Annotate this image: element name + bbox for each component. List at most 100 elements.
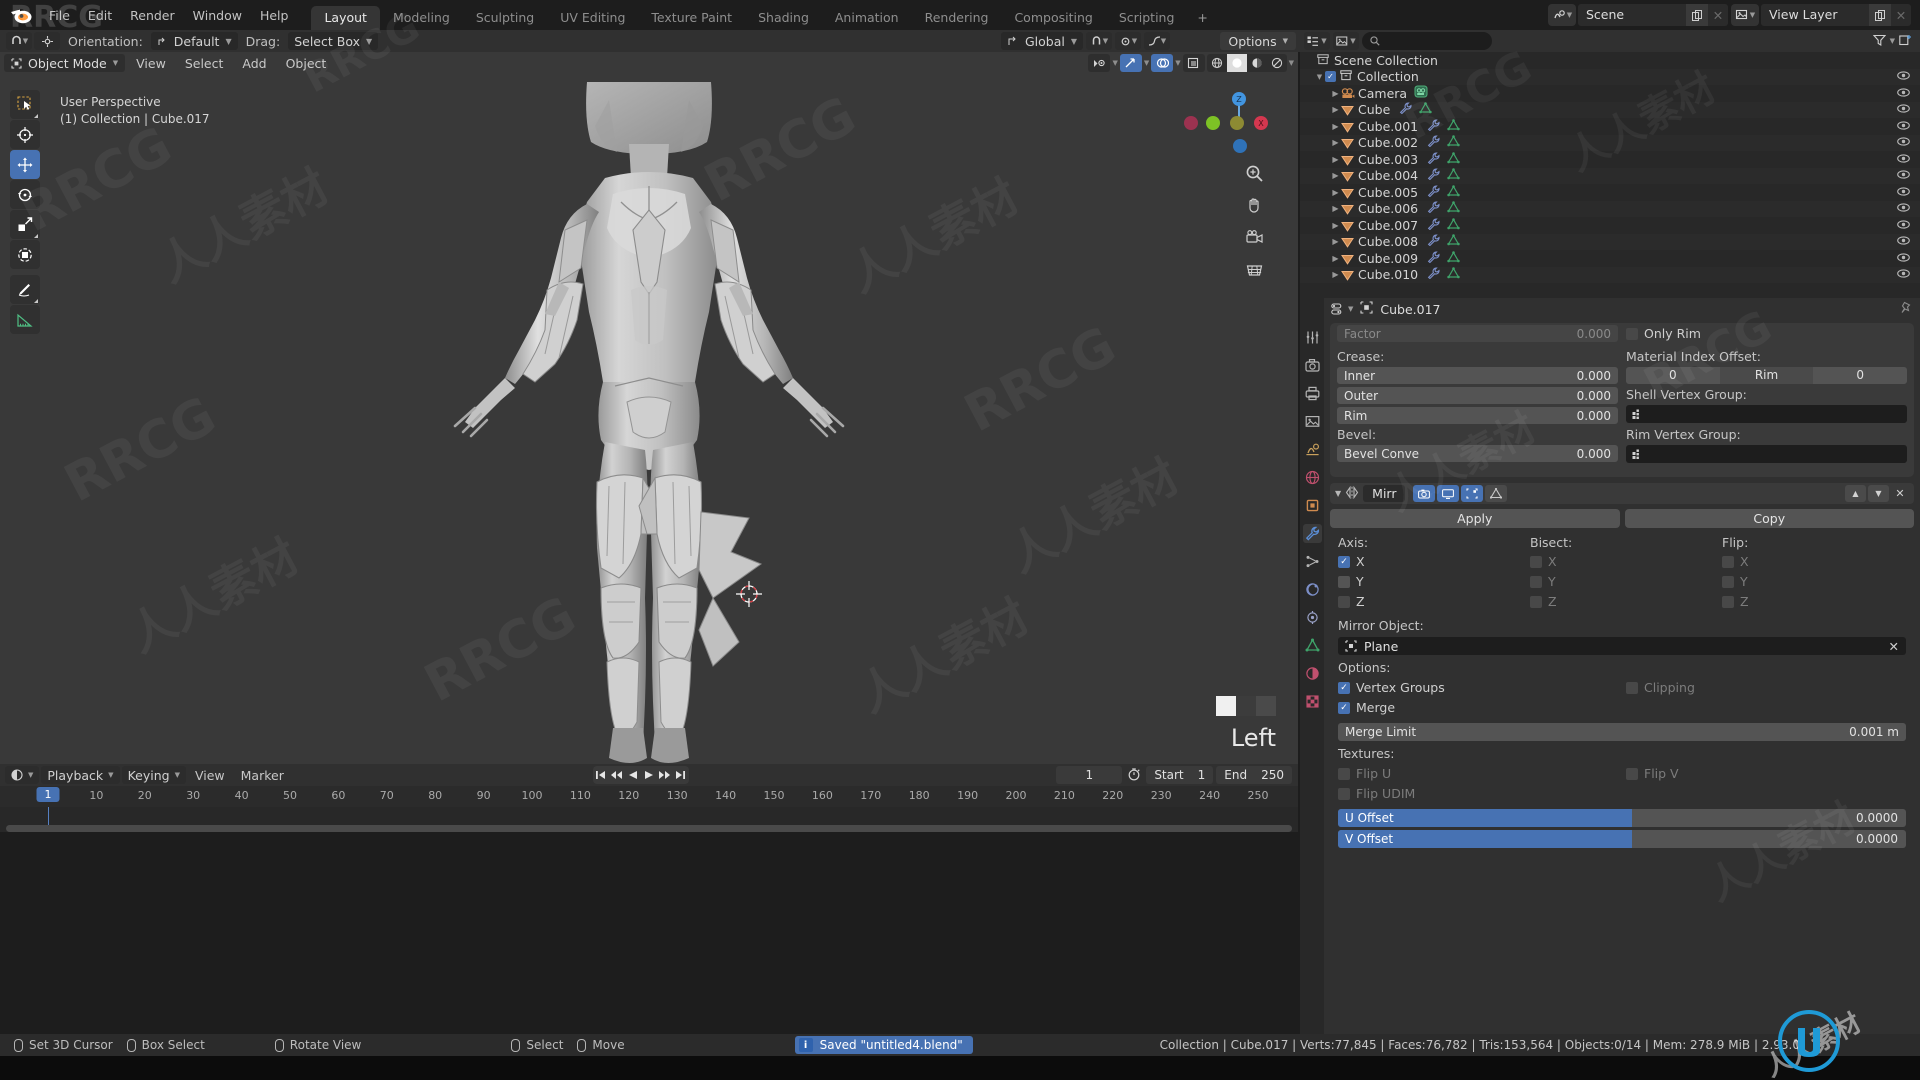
clipping-checkbox[interactable] <box>1626 681 1638 694</box>
mesh-data-icon[interactable] <box>1447 251 1460 266</box>
transform-tool[interactable] <box>10 240 40 269</box>
proportional-editing-toggle-icon[interactable]: ▼ <box>1115 32 1141 50</box>
outliner-row-cube-009[interactable]: ▶ Cube.009 <box>1300 250 1920 267</box>
modifier-wrench-icon[interactable] <box>1427 135 1440 150</box>
clipping-row[interactable]: Clipping <box>1626 679 1906 696</box>
pin-icon[interactable] <box>1900 301 1913 317</box>
modifier-wrench-icon[interactable] <box>1427 152 1440 167</box>
filter-icon[interactable] <box>1872 34 1886 49</box>
3d-viewport[interactable]: Object Mode ▼ View Select Add Object ▼ ▼… <box>0 52 1298 764</box>
v-offset-field[interactable]: V Offset 0.0000 <box>1338 830 1906 848</box>
transform-orientation-dropdown[interactable]: Global ▼ <box>1000 32 1083 50</box>
snapping-toggle-icon[interactable]: ▼ <box>1086 32 1112 50</box>
mesh-data-icon[interactable] <box>1447 168 1460 183</box>
only-rim-checkbox[interactable] <box>1626 327 1638 340</box>
scene-name[interactable]: Scene <box>1578 4 1686 26</box>
u-offset-field[interactable]: U Offset 0.0000 <box>1338 809 1906 827</box>
modifier-wrench-icon[interactable] <box>1427 201 1440 216</box>
property-tab-physics[interactable] <box>1303 580 1322 599</box>
xray-icon[interactable] <box>1182 54 1205 72</box>
timeline-ruler[interactable]: 10 20 30 40 50 60 70 80 90 100 110 120 130 140 150 160 1… <box>0 786 1298 807</box>
shading-solid-button[interactable] <box>1226 54 1247 72</box>
zoom-icon[interactable] <box>1245 164 1264 187</box>
collection-enable-checkbox[interactable]: ✓ <box>1325 71 1336 83</box>
outliner-row-camera[interactable]: ▶ Camera <box>1300 85 1920 102</box>
property-tab-constraints[interactable] <box>1303 608 1322 627</box>
rotate-tool[interactable] <box>10 180 40 209</box>
mesh-data-icon[interactable] <box>1447 119 1460 134</box>
menu-edit[interactable]: Edit <box>79 5 121 26</box>
menu-file[interactable]: File <box>40 5 79 26</box>
modifier-wrench-icon[interactable] <box>1427 218 1440 233</box>
tab-layout[interactable]: Layout <box>311 6 380 30</box>
visibility-eye-icon[interactable] <box>1897 235 1910 248</box>
tab-sculpting[interactable]: Sculpting <box>463 6 547 30</box>
mesh-data-icon[interactable] <box>1447 234 1460 249</box>
flip-u-row[interactable]: Flip U <box>1338 765 1618 782</box>
outliner-row-cube-002[interactable]: ▶ Cube.002 <box>1300 134 1920 151</box>
navigation-gizmo[interactable]: Z X <box>1184 88 1272 154</box>
flip-z-row[interactable]: Z <box>1722 593 1906 610</box>
jump-to-end-button[interactable] <box>673 766 689 784</box>
only-rim-row[interactable]: Only Rim <box>1626 325 1907 342</box>
modifier-wrench-icon[interactable] <box>1427 119 1440 134</box>
merge-limit-field[interactable]: Merge Limit 0.001 m <box>1338 723 1906 741</box>
previous-keyframe-button[interactable] <box>609 766 625 784</box>
tab-scripting[interactable]: Scripting <box>1106 6 1188 30</box>
property-tab-data[interactable] <box>1303 636 1322 655</box>
timeline-editor-icon[interactable]: ▼ <box>5 766 40 784</box>
annotate-tool[interactable] <box>10 275 40 304</box>
property-tab-tool[interactable] <box>1303 328 1322 347</box>
timeline-menu-playback[interactable]: Playback ▼ <box>41 766 120 784</box>
flip-y-checkbox[interactable] <box>1722 575 1734 588</box>
view-layer-icon[interactable]: ▼ <box>1731 4 1759 26</box>
visibility-eye-icon[interactable] <box>1897 219 1910 232</box>
material-index-offset-field[interactable]: 0 Rim 0 <box>1626 367 1907 384</box>
tab-shading[interactable]: Shading <box>745 6 822 30</box>
expand-arrow-icon[interactable]: ▶ <box>1330 89 1341 98</box>
view-layer-selector[interactable]: View Layer ✕ <box>1761 4 1911 26</box>
add-workspace-button[interactable]: + <box>1187 6 1217 30</box>
modifier-wrench-icon[interactable] <box>1427 251 1440 266</box>
blender-logo-icon[interactable] <box>8 5 34 25</box>
crease-rim-field[interactable]: Rim 0.000 <box>1337 407 1618 424</box>
mirror-object-field[interactable]: Plane ✕ <box>1338 637 1906 655</box>
remove-view-layer-icon[interactable]: ✕ <box>1891 4 1911 26</box>
drag-dropdown[interactable]: Select Box ▼ <box>288 32 379 50</box>
expand-arrow-icon[interactable]: ▶ <box>1330 254 1341 263</box>
tab-compositing[interactable]: Compositing <box>1001 6 1105 30</box>
axis-y-row[interactable]: Y <box>1338 573 1522 590</box>
modifier-wrench-icon[interactable] <box>1427 234 1440 249</box>
visibility-eye-icon[interactable] <box>1897 202 1910 215</box>
outliner-row-cube-008[interactable]: ▶ Cube.008 <box>1300 233 1920 250</box>
tab-uv-editing[interactable]: UV Editing <box>547 6 638 30</box>
bisect-z-checkbox[interactable] <box>1530 595 1542 608</box>
property-tab-output[interactable] <box>1303 384 1322 403</box>
flip-u-checkbox[interactable] <box>1338 767 1350 780</box>
property-tab-object[interactable] <box>1303 496 1322 515</box>
property-tab-modifiers[interactable] <box>1302 524 1322 543</box>
flip-udim-checkbox[interactable] <box>1338 787 1350 800</box>
camera-data-icon[interactable] <box>1414 85 1428 101</box>
tweak-tool[interactable] <box>10 90 40 119</box>
modifier-wrench-icon[interactable] <box>1427 185 1440 200</box>
flip-v-row[interactable]: Flip V <box>1626 765 1906 782</box>
mesh-data-icon[interactable] <box>1419 102 1432 117</box>
duplicate-scene-icon[interactable] <box>1686 4 1708 26</box>
rim-vertex-group-field[interactable] <box>1626 445 1907 463</box>
object-mode-dropdown[interactable]: Object Mode ▼ <box>4 54 126 72</box>
current-frame-field[interactable]: 1 <box>1056 766 1123 784</box>
measure-tool[interactable] <box>10 305 40 334</box>
view-layer-name[interactable]: View Layer <box>1761 4 1869 26</box>
axis-x-checkbox[interactable]: ✓ <box>1338 555 1350 568</box>
falloff-curve-icon[interactable]: ▼ <box>1144 32 1170 50</box>
outliner-row-cube-004[interactable]: ▶ Cube.004 <box>1300 167 1920 184</box>
realtime-toggle-icon[interactable] <box>1437 485 1460 502</box>
vertex-groups-row[interactable]: ✓ Vertex Groups <box>1338 679 1618 696</box>
mesh-data-icon[interactable] <box>1447 201 1460 216</box>
hand-pan-icon[interactable] <box>1245 196 1264 219</box>
mesh-data-icon[interactable] <box>1447 185 1460 200</box>
play-reverse-button[interactable] <box>625 766 641 784</box>
timeline-menu-marker[interactable]: Marker <box>234 766 291 785</box>
menu-window[interactable]: Window <box>184 5 251 26</box>
